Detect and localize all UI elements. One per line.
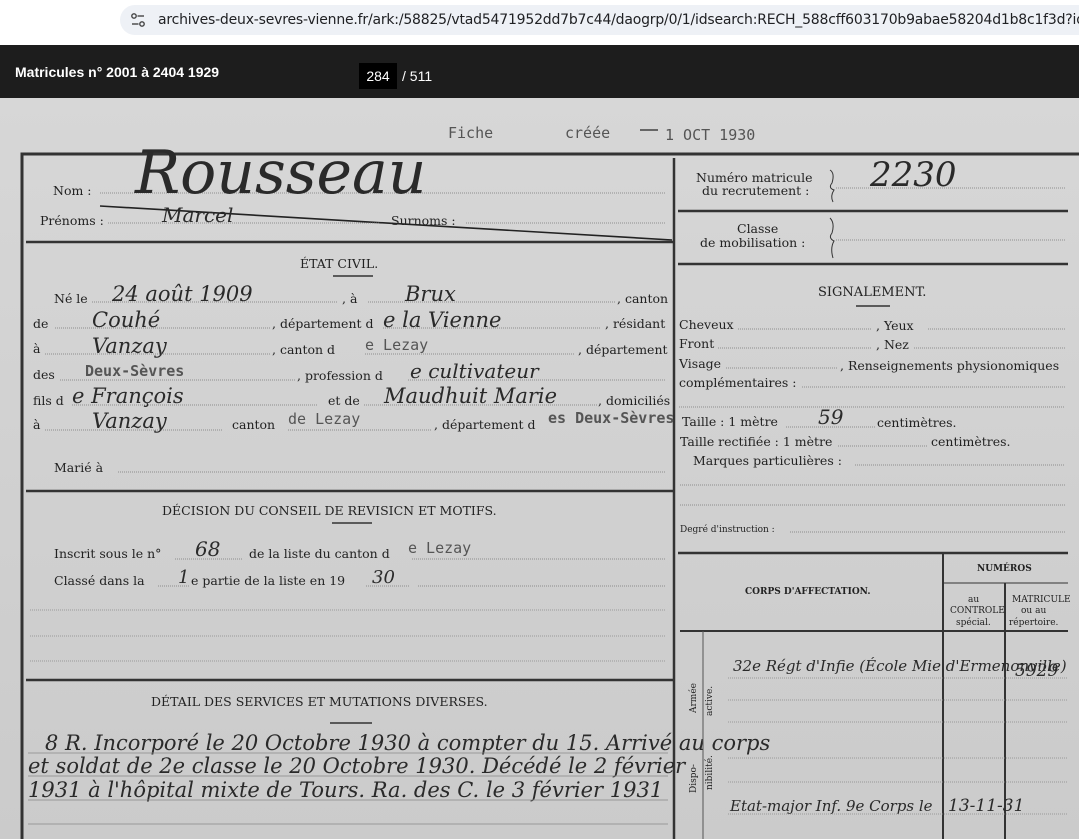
services-line3: 1931 à l'hôpital mixte de Tours. Ra. des… (28, 778, 663, 802)
classe-label-2: de mobilisation : (700, 235, 805, 250)
au-controle-1: au (968, 595, 979, 605)
services-line1: 8 R. Incorporé le 20 Octobre 1930 à comp… (45, 731, 770, 755)
centimetres: centimètres. (877, 415, 957, 430)
page-number-input[interactable]: 284 (359, 63, 397, 89)
corps-title: CORPS D'AFFECTATION. (745, 587, 870, 597)
stamp-date: 1 OCT 1930 (665, 126, 755, 144)
mother: Maudhuit Marie (383, 384, 557, 408)
prenoms-label: Prénoms : (40, 213, 104, 228)
au-controle-3: spécial. (956, 617, 991, 628)
numero-label-2: du recrutement : (702, 183, 809, 198)
father: e François (72, 384, 184, 408)
armee-active-2: active. (705, 686, 715, 716)
yeux: , Yeux (876, 318, 914, 333)
front: Front (679, 336, 714, 351)
document-scan[interactable]: Fiche créée 1 OCT 1930 Nom : Rousseau Pr… (0, 98, 1079, 839)
page-total: / 511 (402, 68, 433, 84)
browser-address-bar: archives-deux-sevres-vienne.fr/ark:/5882… (0, 0, 1079, 45)
profession-value: e cultivateur (410, 359, 540, 383)
dispo-1: Dispo- (689, 764, 699, 793)
scan-drawing: Fiche créée 1 OCT 1930 Nom : Rousseau Pr… (20, 124, 1079, 839)
liste-value: e Lezay (408, 539, 471, 557)
dispo-2: nibilité. (704, 755, 715, 790)
site-settings-icon[interactable] (129, 11, 147, 29)
departement2-label: , département (578, 342, 668, 357)
departement2-value: Deux-Sèvres (85, 362, 184, 380)
matricule-3: répertoire. (1009, 617, 1059, 628)
stamp-creee: créée (565, 124, 610, 142)
marie-label: Marié à (54, 460, 104, 475)
armee-active-1: Armée (688, 683, 699, 714)
dispo-date: 13-11-31 (948, 796, 1024, 816)
residant-label: , résidant (605, 316, 665, 331)
renseignements: , Renseignements physionomiques (840, 358, 1059, 373)
a-label: , à (342, 291, 358, 306)
numeros-title: NUMÉROS (977, 562, 1032, 574)
annee-value: 30 (372, 567, 395, 588)
marques: Marques particulières : (693, 453, 842, 468)
dispo-value: Etat-major Inf. 9e Corps le (729, 797, 933, 815)
matricule-2: ou au (1021, 606, 1046, 616)
departement3-value: es Deux-Sèvres (548, 409, 674, 427)
signalement-title: SIGNALEMENT. (818, 285, 926, 300)
inscrit-label: Inscrit sous le n° (54, 546, 161, 561)
taille-value: 59 (818, 405, 844, 429)
classe-dans-label: Classé dans la (54, 573, 145, 588)
canton2-value: e Lezay (365, 336, 428, 354)
classe-label-1: Classe (737, 221, 778, 236)
cheveux: Cheveux (679, 317, 734, 332)
viewer-header: Matricules n° 2001 à 2404 1929 284 / 511 (0, 45, 1079, 98)
departement3-label: , département d (434, 417, 536, 432)
conseil-title: DÉCISION DU CONSEIL DE REVISICN ET MOTIF… (162, 503, 497, 518)
matricule-1: MATRICULE (1012, 595, 1071, 605)
taille-rect-label: Taille rectifiée : 1 mètre (680, 434, 832, 449)
domicile: Vanzay (92, 409, 168, 433)
partie-value: 1 (178, 567, 189, 588)
visage: Visage (678, 356, 721, 371)
a3-label: à (33, 417, 41, 432)
nom-label: Nom : (53, 183, 92, 198)
inscrit-value: 68 (195, 537, 220, 561)
etat-civil-title: ÉTAT CIVIL. (300, 256, 378, 271)
degre: Degré d'instruction : (680, 524, 775, 535)
domicilies-label: , domiciliés (598, 393, 670, 408)
canton2-label: , canton d (272, 342, 335, 357)
surnoms-label: Surnoms : (391, 213, 456, 228)
document-title: Matricules n° 2001 à 2404 1929 (15, 64, 220, 80)
des-label: des (33, 367, 55, 382)
de-label: de (33, 316, 48, 331)
et-de-label: et de (328, 393, 360, 408)
services-title: DÉTAIL DES SERVICES ET MUTATIONS DIVERSE… (151, 694, 488, 709)
profession-label: , profession d (297, 368, 383, 383)
centimetres2: centimètres. (931, 434, 1011, 449)
complementaires: complémentaires : (679, 375, 797, 390)
canton3-value: de Lezay (288, 410, 360, 428)
prenoms-value: Marcel (161, 203, 233, 227)
canton-label: , canton (617, 291, 668, 306)
stamp-fiche: Fiche (448, 124, 493, 142)
url-text[interactable]: archives-deux-sevres-vienne.fr/ark:/5882… (158, 12, 1079, 28)
au-controle-2: CONTROLE (950, 606, 1005, 616)
nom-value: Rousseau (134, 138, 426, 208)
departement-label: , département d (272, 316, 374, 331)
nez: , Nez (876, 337, 909, 352)
fils-label: fils d (33, 393, 64, 408)
ne-le: Né le (54, 291, 88, 306)
canton3-label: canton (232, 417, 275, 432)
partie-label: e partie de la liste en 19 (191, 573, 345, 588)
liste-label: de la liste du canton d (249, 546, 390, 561)
services-line2: et soldat de 2e classe le 20 Octobre 193… (28, 754, 687, 778)
taille-label: Taille : 1 mètre (682, 414, 778, 429)
numero-value: 2230 (869, 155, 957, 195)
a2-label: à (33, 341, 41, 356)
